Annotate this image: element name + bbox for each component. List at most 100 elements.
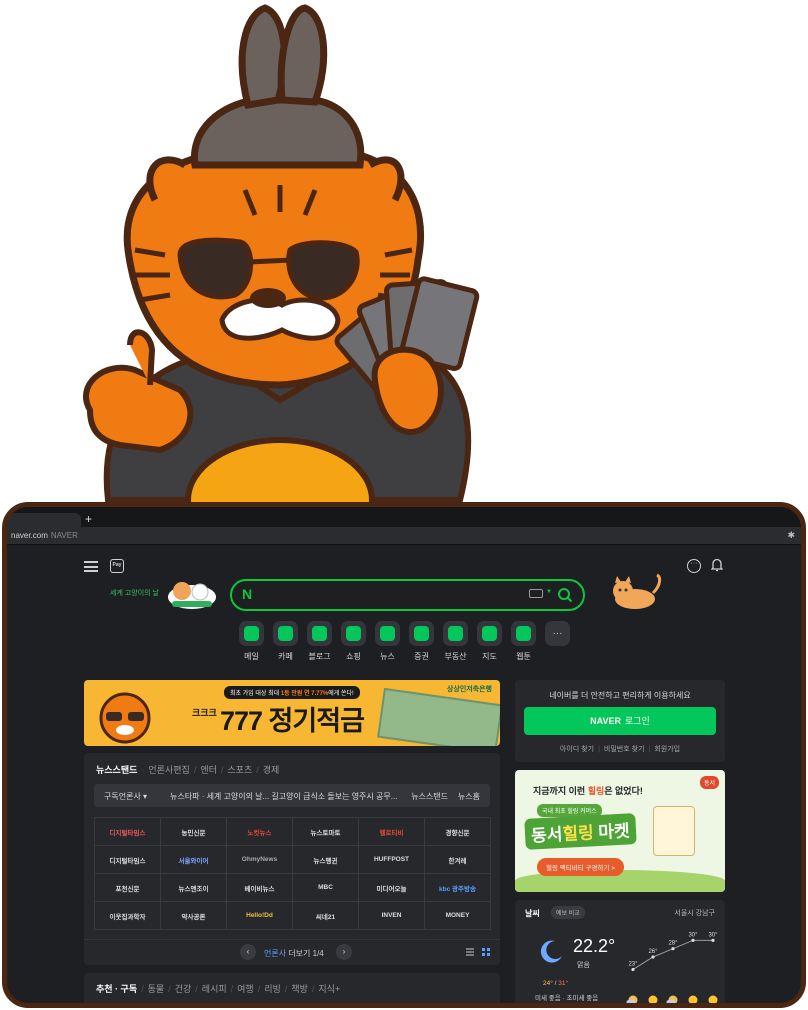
news-tab[interactable]: 뉴스스탠드: [96, 765, 137, 775]
temperature-label: 26°: [648, 949, 658, 955]
prev-page-button[interactable]: ‹: [240, 944, 256, 960]
search-icon[interactable]: [557, 587, 573, 603]
press-logo[interactable]: 이웃집과학자: [95, 902, 161, 930]
forecast-compare-button[interactable]: 예보 비교: [551, 906, 585, 919]
signup-link[interactable]: 회원가입: [654, 746, 680, 753]
webtoon-icon[interactable]: [511, 621, 536, 646]
recommend-tab[interactable]: 책방: [291, 984, 308, 994]
shortcut-webtoon[interactable]: 웹툰: [511, 621, 536, 662]
newsstand-link[interactable]: 뉴스스탠드: [411, 791, 448, 802]
recommend-tab[interactable]: 여행: [237, 984, 254, 994]
press-logo[interactable]: 약사공론: [161, 902, 227, 930]
next-page-button[interactable]: ›: [336, 944, 352, 960]
press-logo[interactable]: 헬로티비: [359, 818, 425, 846]
browser-tab-naver[interactable]: [7, 513, 81, 527]
hourly-forecast-chart: 23°05시26°0728°0930°1130°13: [626, 932, 718, 1003]
news-icon[interactable]: [375, 621, 400, 646]
search-input[interactable]: [262, 586, 512, 604]
press-logo[interactable]: 뉴스토마토: [293, 818, 359, 846]
shortcut-map[interactable]: 지도: [477, 621, 502, 662]
news-tab[interactable]: 언론사편집: [148, 765, 189, 775]
recommend-tab[interactable]: 리빙: [264, 984, 281, 994]
talk-icon[interactable]: ···: [687, 559, 701, 573]
find-password-link[interactable]: 비밀번호 찾기: [604, 746, 645, 753]
press-logo[interactable]: 디지털타임스: [95, 818, 161, 846]
news-tab[interactable]: 경제: [263, 765, 280, 775]
press-logo[interactable]: 베이비뉴스: [227, 874, 293, 902]
weather-title: 날씨: [525, 909, 540, 918]
ad-banner-savings[interactable]: 최초 가입 대상 최대 1등 만원 연 7.77%에게 쏜다! 크크크 777 …: [84, 680, 500, 746]
shortcut-shopping[interactable]: 쇼핑: [341, 621, 366, 662]
recommend-tabs: 추천 · 구독 / 동물 / 건강 / 레시피 / 여행 / 리빙 / 책방 / 지식+: [96, 984, 341, 994]
naver-pay-icon[interactable]: Pay: [110, 559, 124, 573]
banner-title: 777 정기적금: [220, 706, 365, 736]
news-tab[interactable]: 엔터: [200, 765, 217, 775]
recommend-tab[interactable]: 건강: [175, 984, 192, 994]
press-logo[interactable]: MBC: [293, 874, 359, 902]
shortcut-label: 부동산: [444, 652, 467, 661]
shortcut-realestate[interactable]: 부동산: [443, 621, 468, 662]
find-id-link[interactable]: 아이디 찾기: [560, 746, 594, 753]
grid-view-icon[interactable]: [482, 948, 490, 956]
doodle-cat-right-icon[interactable]: [607, 573, 663, 613]
sun-icon: [708, 995, 718, 1003]
extensions-icon[interactable]: ✱: [787, 530, 795, 541]
mail-icon[interactable]: [239, 621, 264, 646]
realestate-icon[interactable]: [443, 621, 468, 646]
shortcut-blog[interactable]: 블로그: [307, 621, 332, 662]
press-logo[interactable]: OhmyNews: [227, 846, 293, 874]
ticker-headline[interactable]: 뉴스타파 · 세계 고양이의 날... 길고양이 급식소 돌보는 영주시 공무.…: [170, 791, 397, 802]
ad-healing-market[interactable]: 지금까지 이런 힐링은 없었다! 국내 최초 힐링 커머스 동서힐링 마켓 힐링…: [515, 770, 725, 892]
login-button[interactable]: NAVER 로그인: [524, 707, 716, 735]
map-icon[interactable]: [477, 621, 502, 646]
press-logo[interactable]: 뉴스펭귄: [293, 846, 359, 874]
shortcut-more[interactable]: ···: [545, 621, 570, 662]
doodle-caption[interactable]: 세계 고양이의 날: [110, 588, 159, 598]
press-logo[interactable]: 경향신문: [425, 818, 491, 846]
press-logo[interactable]: Hello!Dd: [227, 902, 293, 930]
press-logo[interactable]: 농민신문: [161, 818, 227, 846]
recommend-tab[interactable]: 레시피: [202, 984, 227, 994]
press-logo[interactable]: 노컷뉴스: [227, 818, 293, 846]
shortcut-cafe[interactable]: 카페: [273, 621, 298, 662]
recommend-tab[interactable]: 추천 · 구독: [96, 984, 137, 994]
press-logo[interactable]: 뉴스앤조이: [161, 874, 227, 902]
menu-icon[interactable]: [84, 561, 98, 572]
recommend-tab[interactable]: 지식+: [318, 984, 340, 994]
right-column: 네이버를 더 안전하고 편리하게 이용하세요 NAVER 로그인 아이디 찾기 | 비…: [515, 680, 725, 1003]
press-logo[interactable]: INVEN: [359, 902, 425, 930]
shortcut-stock[interactable]: 증권: [409, 621, 434, 662]
press-logo[interactable]: 미디어오늘: [359, 874, 425, 902]
caret-down-icon[interactable]: ▼: [546, 589, 552, 595]
ad-cta-button[interactable]: 힐링 액티비티 구경하기 >: [537, 858, 625, 876]
weather-location[interactable]: 서울시 강남구: [674, 908, 715, 918]
subscribed-press-dropdown[interactable]: 구독언론사 ▾: [104, 791, 147, 802]
more-icon[interactable]: ···: [545, 621, 570, 646]
url-text[interactable]: naver.com NAVER: [11, 531, 78, 540]
shortcut-news[interactable]: 뉴스: [375, 621, 400, 662]
press-logo[interactable]: 디지털타임스: [95, 846, 161, 874]
shortcut-label: 증권: [414, 652, 429, 661]
press-logo[interactable]: HUFFPOST: [359, 846, 425, 874]
press-logo[interactable]: 서울와이어: [161, 846, 227, 874]
recommend-tab[interactable]: 동물: [148, 984, 165, 994]
bell-icon[interactable]: [711, 558, 723, 572]
press-logo[interactable]: kbc 광주방송: [425, 874, 491, 902]
shortcut-mail[interactable]: 메일: [239, 621, 264, 662]
search-box[interactable]: N ▼: [230, 579, 585, 611]
news-home-link[interactable]: 뉴스홈: [458, 791, 480, 802]
address-bar[interactable]: naver.com NAVER ✱: [7, 527, 801, 545]
doodle-cats-icon[interactable]: [162, 575, 222, 611]
new-tab-button[interactable]: +: [85, 513, 92, 525]
press-logo[interactable]: 한겨레: [425, 846, 491, 874]
press-logo[interactable]: MONEY: [425, 902, 491, 930]
press-logo[interactable]: 씨네21: [293, 902, 359, 930]
shopping-icon[interactable]: [341, 621, 366, 646]
list-view-icon[interactable]: [466, 948, 474, 956]
blog-icon[interactable]: [307, 621, 332, 646]
stock-icon[interactable]: [409, 621, 434, 646]
press-logo[interactable]: 포천신문: [95, 874, 161, 902]
keyboard-icon[interactable]: [529, 589, 543, 598]
cafe-icon[interactable]: [273, 621, 298, 646]
news-tab[interactable]: 스포츠: [227, 765, 252, 775]
